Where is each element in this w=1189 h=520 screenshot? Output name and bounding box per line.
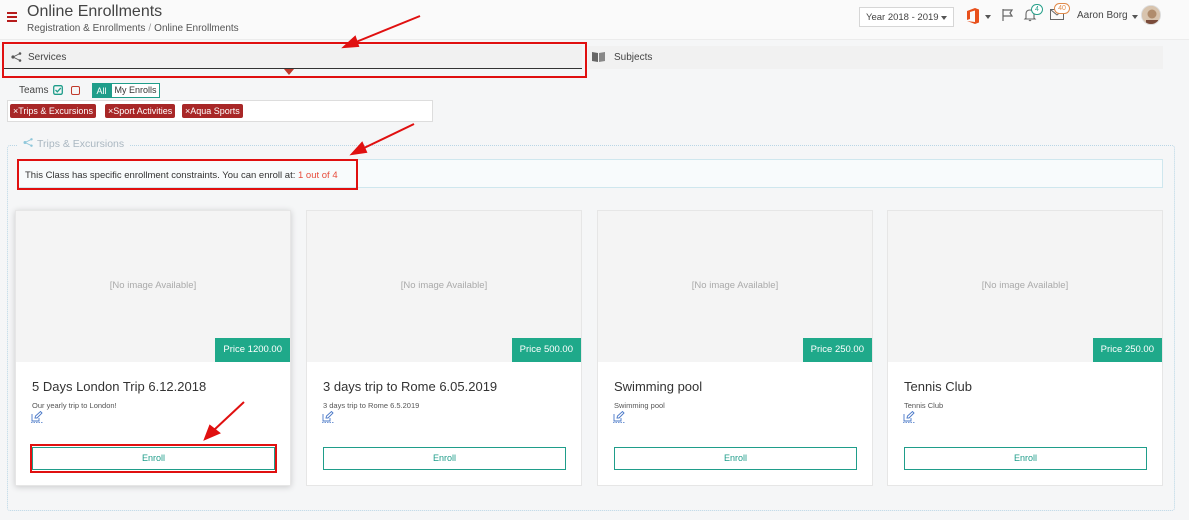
annotation-arrows <box>203 15 421 441</box>
annotation-arrow <box>363 123 415 149</box>
annotation-arrow <box>355 15 421 43</box>
annotation-arrow-head <box>349 141 368 156</box>
annotation-arrow-head <box>341 35 360 49</box>
annotation-arrow <box>213 401 245 431</box>
